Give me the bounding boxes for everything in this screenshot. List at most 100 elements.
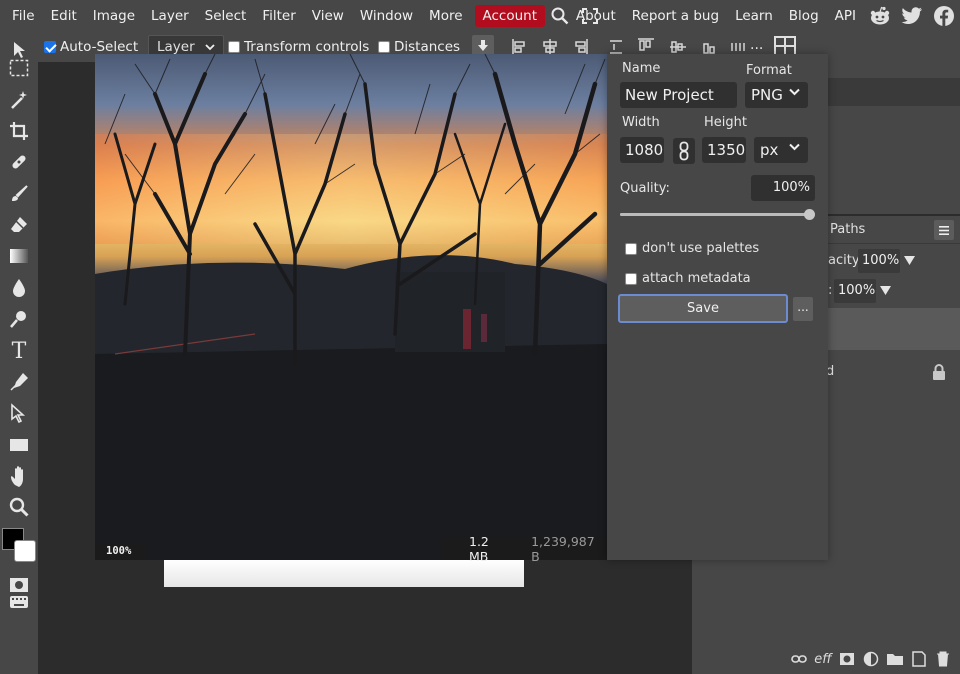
menu-image[interactable]: Image [85,5,143,27]
menu-window[interactable]: Window [352,5,421,27]
reddit-icon[interactable] [867,3,893,29]
account-button[interactable]: Account [474,5,546,27]
width-label: Width [622,115,660,130]
pen-tool-icon[interactable] [5,368,33,396]
checkbox-unchecked-icon[interactable] [625,272,637,285]
tab-paths[interactable]: Paths [830,222,865,237]
brush-tool-icon[interactable] [5,180,33,208]
dodge-tool-icon[interactable] [5,305,33,333]
file-size-readout: 1.2 MB 1,239,987 B [441,534,607,564]
unit-select[interactable]: px [754,137,808,163]
checkbox-unchecked-icon[interactable] [228,41,240,53]
unit-value: px [760,141,779,159]
document-page-edge [164,560,524,587]
shape-tool-icon[interactable] [5,431,33,459]
menu-bar: File Edit Image Layer Select Filter View… [0,0,960,32]
height-label: Height [704,115,747,130]
menu-layer[interactable]: Layer [143,5,197,27]
canvas-image[interactable] [95,54,607,560]
file-size-bytes: 1,239,987 B [531,534,595,564]
eraser-tool-icon[interactable] [5,211,33,239]
quality-label: Quality: [620,181,670,196]
quality-slider[interactable] [620,213,810,216]
name-label: Name [622,61,661,76]
path-select-icon[interactable] [5,399,33,427]
attach-metadata-label: attach metadata [642,271,751,286]
format-label: Format [746,63,792,78]
healing-brush-icon[interactable] [5,148,33,176]
chevron-down-icon [205,43,215,50]
gradient-tool-icon[interactable] [5,242,33,270]
fill-label: : [828,283,833,298]
menu-file[interactable]: File [4,5,43,27]
width-input[interactable]: 1080 [620,137,664,163]
menu-report-bug[interactable]: Report a bug [624,5,727,27]
photopea-window: File Edit Image Layer Select Filter View… [0,0,960,674]
adjustment-layer-icon[interactable] [862,650,880,668]
mask-icon[interactable] [838,650,856,668]
new-layer-icon[interactable] [910,650,928,668]
menu-learn[interactable]: Learn [727,5,781,27]
attach-metadata-checkbox[interactable]: attach metadata [625,271,751,286]
link-dimensions-icon[interactable] [673,138,695,164]
link-layers-icon[interactable] [790,650,808,668]
height-input[interactable]: 1350 [702,137,746,163]
folder-icon[interactable] [886,650,904,668]
distances-label: Distances [394,39,461,55]
zoom-level: 100% [95,543,145,560]
crop-tool-icon[interactable] [5,117,33,145]
blur-tool-icon[interactable] [5,274,33,302]
menu-api[interactable]: API [827,5,864,27]
grid-icon[interactable] [774,36,796,56]
layer-select-value: Layer [157,39,195,55]
zoom-tool-icon[interactable] [5,493,33,521]
menu-view[interactable]: View [304,5,352,27]
sunset-photo [95,54,607,560]
menu-more[interactable]: More [421,5,470,27]
more-options-button[interactable]: ... [750,37,763,53]
more-save-options-button[interactable]: ... [793,297,813,321]
facebook-icon[interactable] [931,3,957,29]
twitter-icon[interactable] [899,3,925,29]
menu-edit[interactable]: Edit [43,5,85,27]
background-color-swatch[interactable] [14,540,36,562]
marquee-tool-icon[interactable] [5,54,33,82]
file-size-mb: 1.2 MB [469,534,489,564]
checkbox-unchecked-icon[interactable] [625,242,637,255]
transform-controls-label: Transform controls [244,39,370,55]
hand-tool-icon[interactable] [5,462,33,490]
checkbox-checked-icon[interactable] [44,41,56,53]
save-button[interactable]: Save [618,294,788,323]
export-dialog: Name New Project Format PNG Width 1080 H… [607,54,828,560]
panel-menu-icon[interactable] [934,220,954,240]
auto-select-label: Auto-Select [60,39,139,55]
keyboard-icon[interactable] [5,592,33,612]
no-palettes-checkbox[interactable]: don't use palettes [625,241,759,256]
caret-down-icon[interactable] [880,286,891,295]
name-input[interactable]: New Project [620,82,737,108]
opacity-input[interactable]: 100% [858,249,900,273]
fill-input[interactable]: 100% [834,279,876,303]
no-palettes-label: don't use palettes [642,241,760,256]
delete-layer-icon[interactable] [934,650,952,668]
chevron-down-icon [789,88,800,96]
auto-select-checkbox[interactable]: Auto-Select [44,39,138,55]
checkbox-unchecked-icon[interactable] [378,41,390,53]
menu-about[interactable]: About [568,5,624,27]
layers-footer: eff [692,644,960,674]
transform-controls-checkbox[interactable]: Transform controls [228,39,369,55]
lock-icon[interactable] [932,364,946,380]
type-tool-icon[interactable]: T [5,337,33,365]
menu-blog[interactable]: Blog [781,5,827,27]
format-value: PNG [751,86,783,104]
caret-down-icon[interactable] [904,256,915,265]
menu-filter[interactable]: Filter [254,5,303,27]
quality-slider-thumb[interactable] [804,209,815,220]
menu-select[interactable]: Select [197,5,255,27]
format-select[interactable]: PNG [745,82,808,108]
distances-checkbox[interactable]: Distances [378,39,460,55]
quality-slider-fill [620,213,810,216]
effects-icon[interactable]: eff [814,650,832,668]
magic-wand-icon[interactable] [5,86,33,114]
quality-input[interactable]: 100% [751,175,815,201]
